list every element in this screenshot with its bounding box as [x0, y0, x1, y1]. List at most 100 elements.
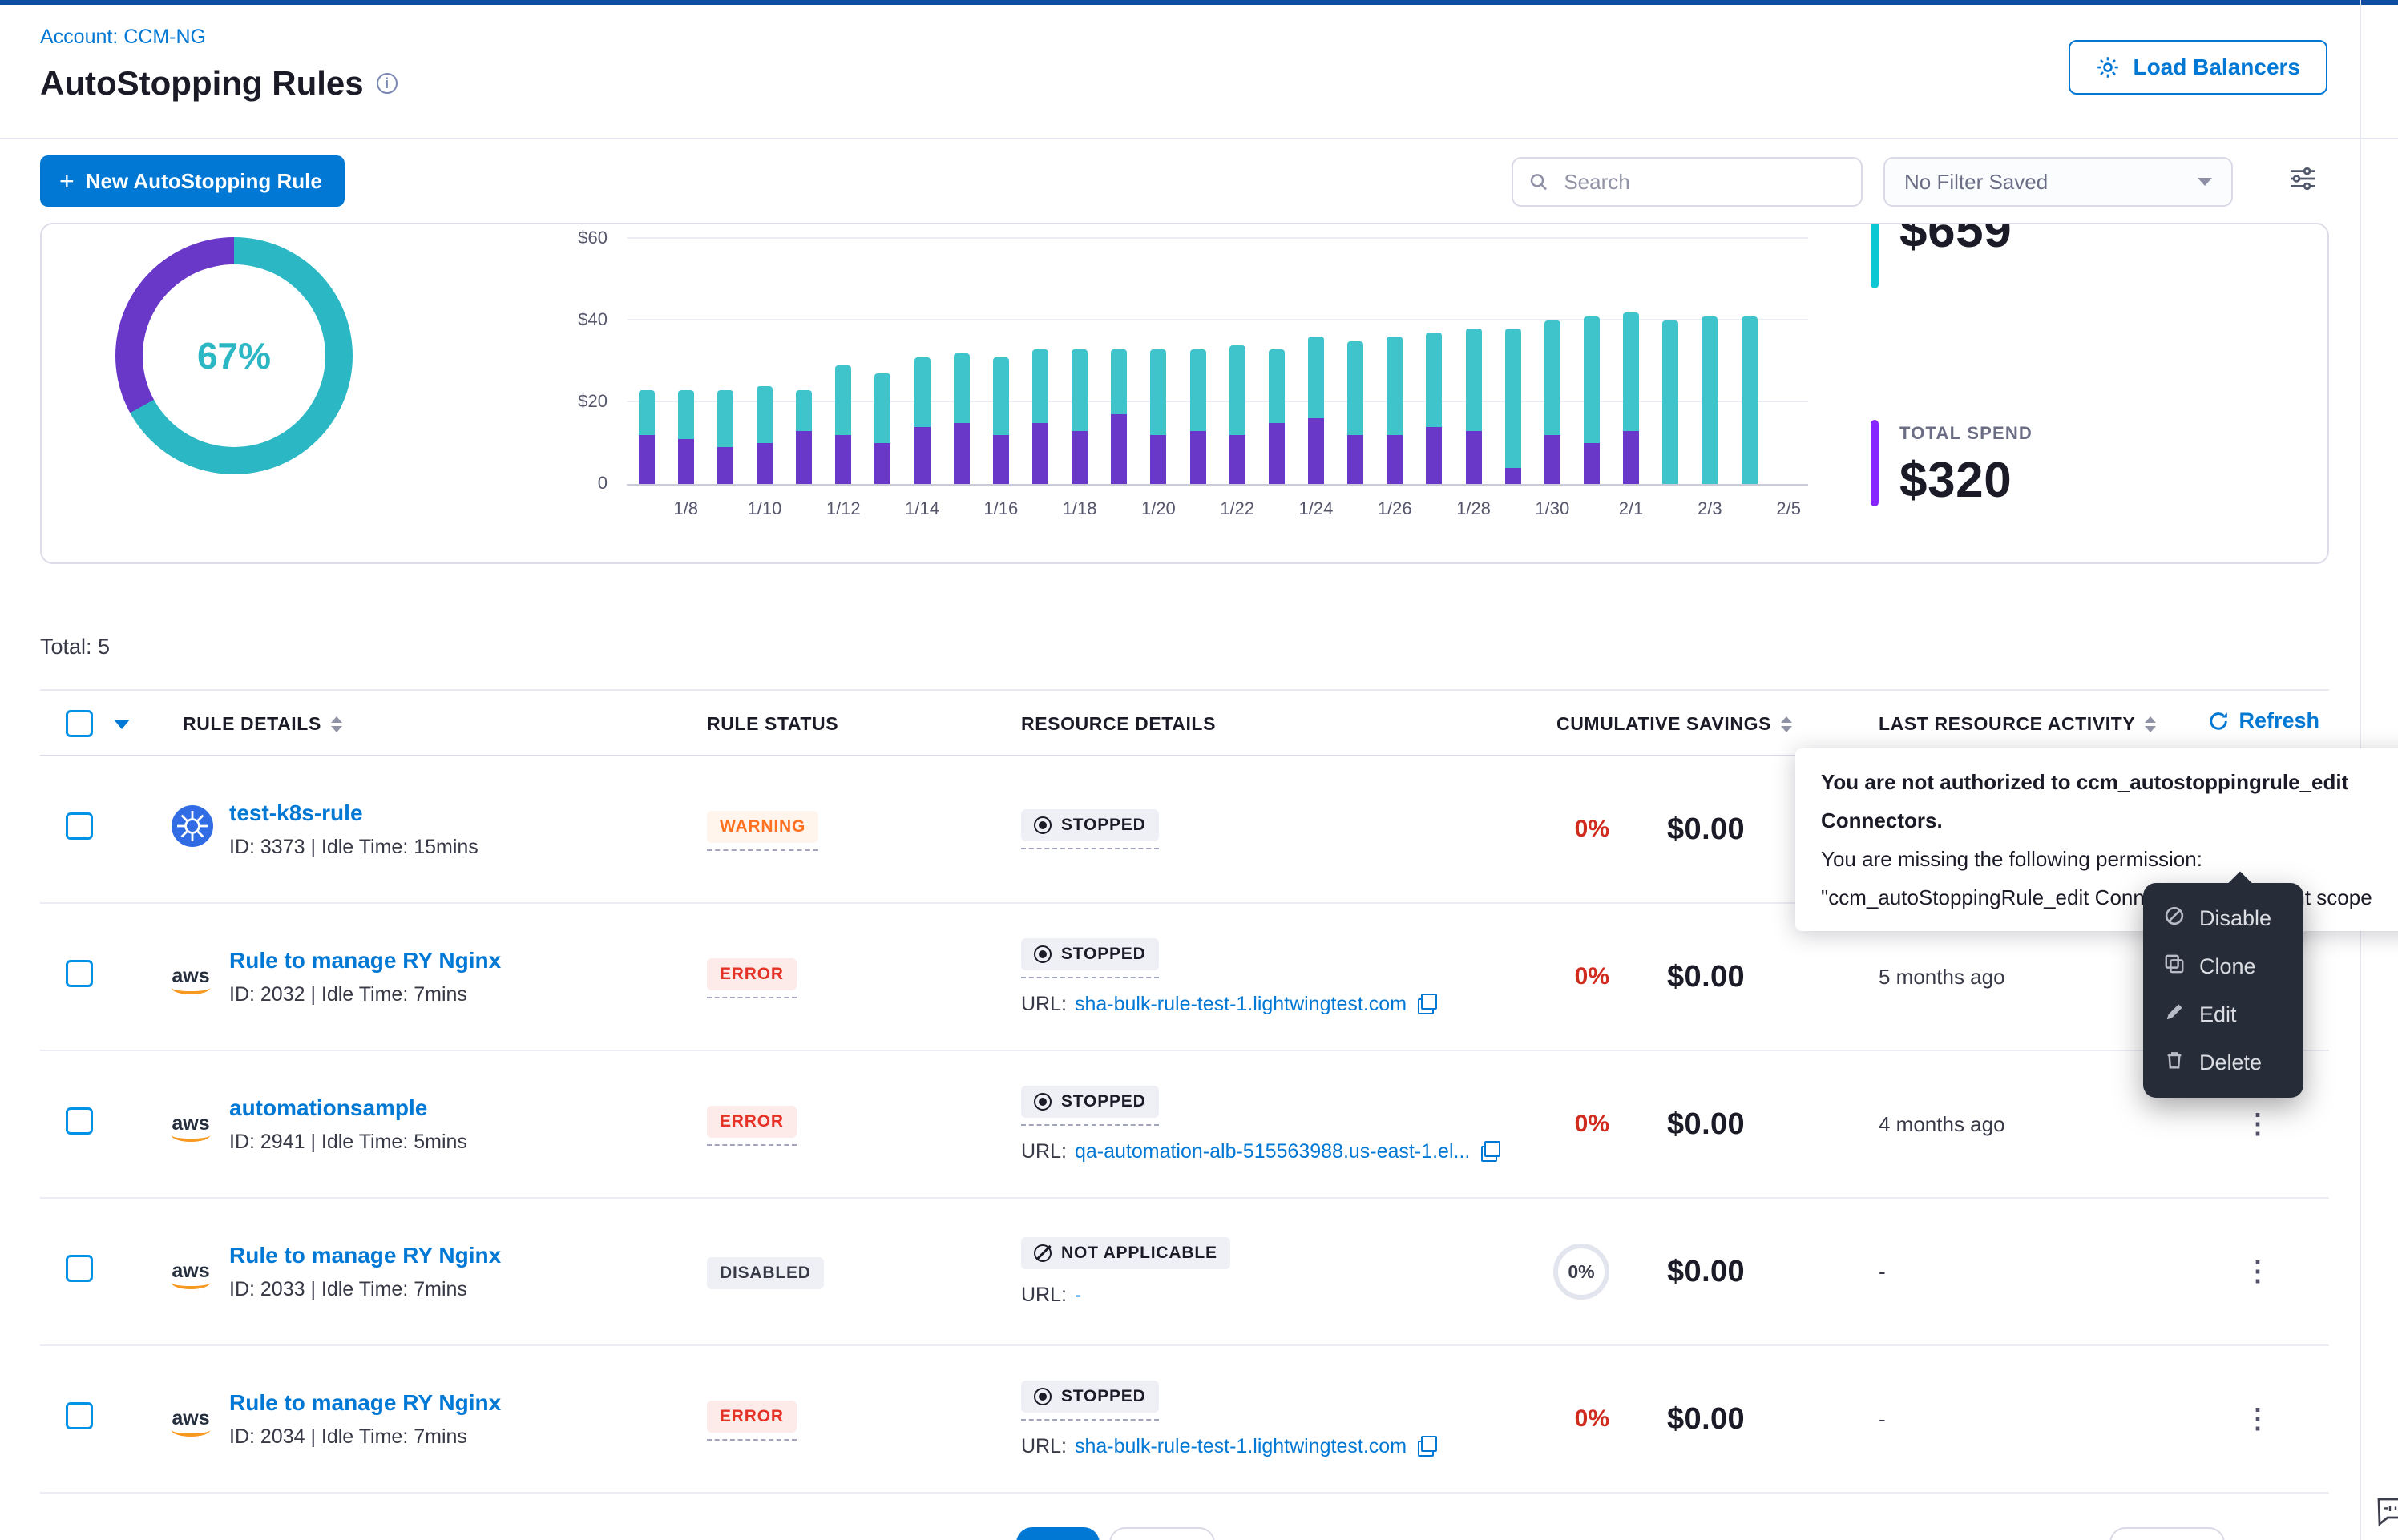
bar-slot — [1572, 240, 1611, 484]
sort-icon[interactable] — [1781, 716, 1792, 732]
chevron-down-icon[interactable] — [114, 720, 130, 729]
account-breadcrumb[interactable]: Account: CCM-NG — [40, 26, 206, 49]
search-input[interactable] — [1560, 168, 1845, 196]
column-header-rule-details[interactable]: RULE DETAILS — [183, 713, 342, 735]
bar-slot — [1730, 240, 1769, 484]
rule-status-badge[interactable]: ERROR — [707, 1398, 797, 1441]
resource-state-badge[interactable]: STOPPED — [1021, 1381, 1159, 1421]
row-menu-button[interactable]: ⋮ — [2244, 1404, 2271, 1434]
x-axis-tick: 1/24 — [1299, 498, 1334, 519]
stacked-bar — [757, 386, 773, 484]
rule-status-badge[interactable]: ERROR — [707, 956, 797, 998]
filter-panel-button[interactable] — [2289, 167, 2316, 196]
rule-status-badge[interactable]: WARNING — [707, 808, 818, 851]
tooltip-line: You are not authorized to ccm_autostoppi… — [1821, 763, 2398, 840]
permission-tooltip: You are not authorized to ccm_autostoppi… — [1795, 748, 2398, 931]
resource-state-badge[interactable]: STOPPED — [1021, 809, 1159, 849]
column-header-cumulative-savings[interactable]: CUMULATIVE SAVINGS — [1556, 713, 1792, 735]
stacked-bar — [1347, 341, 1363, 484]
row-checkbox[interactable] — [66, 960, 93, 987]
spend-segment — [1347, 435, 1363, 484]
stacked-bar — [1623, 312, 1639, 484]
search-box — [1512, 157, 1863, 207]
row-checkbox[interactable] — [66, 812, 93, 840]
bar-slot — [1336, 240, 1375, 484]
autostopping-rules-page: Account: CCM-NG AutoStopping Rules Load … — [0, 0, 2398, 1540]
stacked-bar — [1269, 349, 1285, 484]
copy-icon[interactable] — [1481, 1141, 1500, 1162]
stacked-bar — [1544, 320, 1560, 484]
rule-meta: ID: 2034 | Idle Time: 7mins — [229, 1425, 707, 1449]
rule-status-badge[interactable]: ERROR — [707, 1103, 797, 1146]
total-savings-stat: $659 — [1871, 223, 2012, 288]
rule-meta: ID: 2033 | Idle Time: 7mins — [229, 1278, 707, 1301]
row-checkbox[interactable] — [66, 1402, 93, 1429]
rule-name-link[interactable]: Rule to manage RY Nginx — [229, 1243, 707, 1268]
rule-name-link[interactable]: Rule to manage RY Nginx — [229, 1390, 707, 1416]
savings-segment — [757, 386, 773, 443]
sort-icon[interactable] — [2145, 716, 2156, 732]
row-menu-button[interactable]: ⋮ — [2244, 1256, 2271, 1287]
table-row: aws Rule to manage RY Nginx ID: 2033 | Idl… — [40, 1199, 2329, 1346]
bar-slot: 1/30 — [1532, 240, 1572, 484]
stopped-icon — [1034, 945, 1052, 963]
pagination-pill[interactable] — [2109, 1527, 2225, 1540]
pagination-active-pill[interactable] — [1016, 1527, 1100, 1540]
menu-item-clone[interactable]: Clone — [2143, 942, 2303, 990]
copy-icon[interactable] — [1418, 994, 1437, 1014]
resource-state-badge[interactable]: NOT APPLICABLE — [1021, 1237, 1230, 1269]
menu-item-edit[interactable]: Edit — [2143, 990, 2303, 1038]
column-header-last-resource-activity[interactable]: LAST RESOURCE ACTIVITY — [1879, 713, 2156, 735]
resource-state-badge[interactable]: STOPPED — [1021, 938, 1159, 978]
bar-slot: 2/3 — [1690, 240, 1730, 484]
stacked-bar — [1466, 329, 1482, 484]
row-checkbox[interactable] — [66, 1107, 93, 1135]
spend-segment — [1505, 468, 1521, 484]
savings-amount: $0.00 — [1667, 960, 1745, 994]
spend-segment — [1387, 435, 1403, 484]
bar-slot — [1493, 240, 1532, 484]
savings-percent: 0% — [1575, 816, 1609, 843]
savings-segment — [954, 353, 970, 423]
row-menu-button[interactable]: ⋮ — [2244, 1109, 2271, 1139]
spend-segment — [757, 443, 773, 484]
rule-meta: ID: 3373 | Idle Time: 15mins — [229, 836, 707, 859]
rule-name-link[interactable]: test-k8s-rule — [229, 800, 707, 826]
spend-segment — [914, 427, 931, 484]
load-balancers-button[interactable]: Load Balancers — [2069, 40, 2327, 95]
stacked-bar — [1032, 349, 1048, 484]
pagination-pill[interactable] — [1109, 1527, 1215, 1540]
spend-segment — [1032, 423, 1048, 485]
page-title-row: AutoStopping Rules — [40, 64, 398, 103]
rule-name-link[interactable]: automationsample — [229, 1095, 707, 1121]
savings-percent: 0% — [1575, 963, 1609, 990]
search-icon — [1529, 171, 1548, 192]
savings-segment — [874, 373, 890, 443]
bar-slot — [627, 240, 666, 484]
row-checkbox[interactable] — [66, 1255, 93, 1282]
sort-icon[interactable] — [331, 716, 342, 732]
aws-icon: aws — [172, 1261, 210, 1289]
savings-segment — [1190, 349, 1206, 431]
rule-name-link[interactable]: Rule to manage RY Nginx — [229, 948, 707, 974]
saved-filter-value: No Filter Saved — [1904, 170, 2048, 195]
select-all-checkbox[interactable] — [66, 710, 93, 737]
menu-item-delete[interactable]: Delete — [2143, 1038, 2303, 1086]
savings-segment — [1269, 349, 1285, 423]
new-autostopping-rule-button[interactable]: New AutoStopping Rule — [40, 155, 345, 207]
rule-status-badge[interactable]: DISABLED — [707, 1255, 824, 1289]
refresh-button[interactable]: Refresh — [2208, 708, 2319, 733]
resource-state-badge[interactable]: STOPPED — [1021, 1086, 1159, 1126]
menu-item-disable[interactable]: Disable — [2143, 894, 2303, 942]
saved-filter-dropdown[interactable]: No Filter Saved — [1883, 157, 2233, 207]
stacked-bar — [1229, 345, 1245, 484]
resource-url-link[interactable]: sha-bulk-rule-test-1.lightwingtest.com — [1075, 993, 1407, 1016]
x-axis-tick: 1/22 — [1220, 498, 1254, 519]
help-chat-button[interactable] — [2374, 1494, 2398, 1535]
savings-segment — [1072, 349, 1088, 431]
resource-url-link[interactable]: sha-bulk-rule-test-1.lightwingtest.com — [1075, 1435, 1407, 1458]
resource-url-link[interactable]: qa-automation-alb-515563988.us-east-1.el… — [1075, 1140, 1470, 1163]
info-icon[interactable] — [377, 73, 398, 94]
copy-icon[interactable] — [1418, 1436, 1437, 1457]
savings-segment — [1623, 312, 1639, 431]
